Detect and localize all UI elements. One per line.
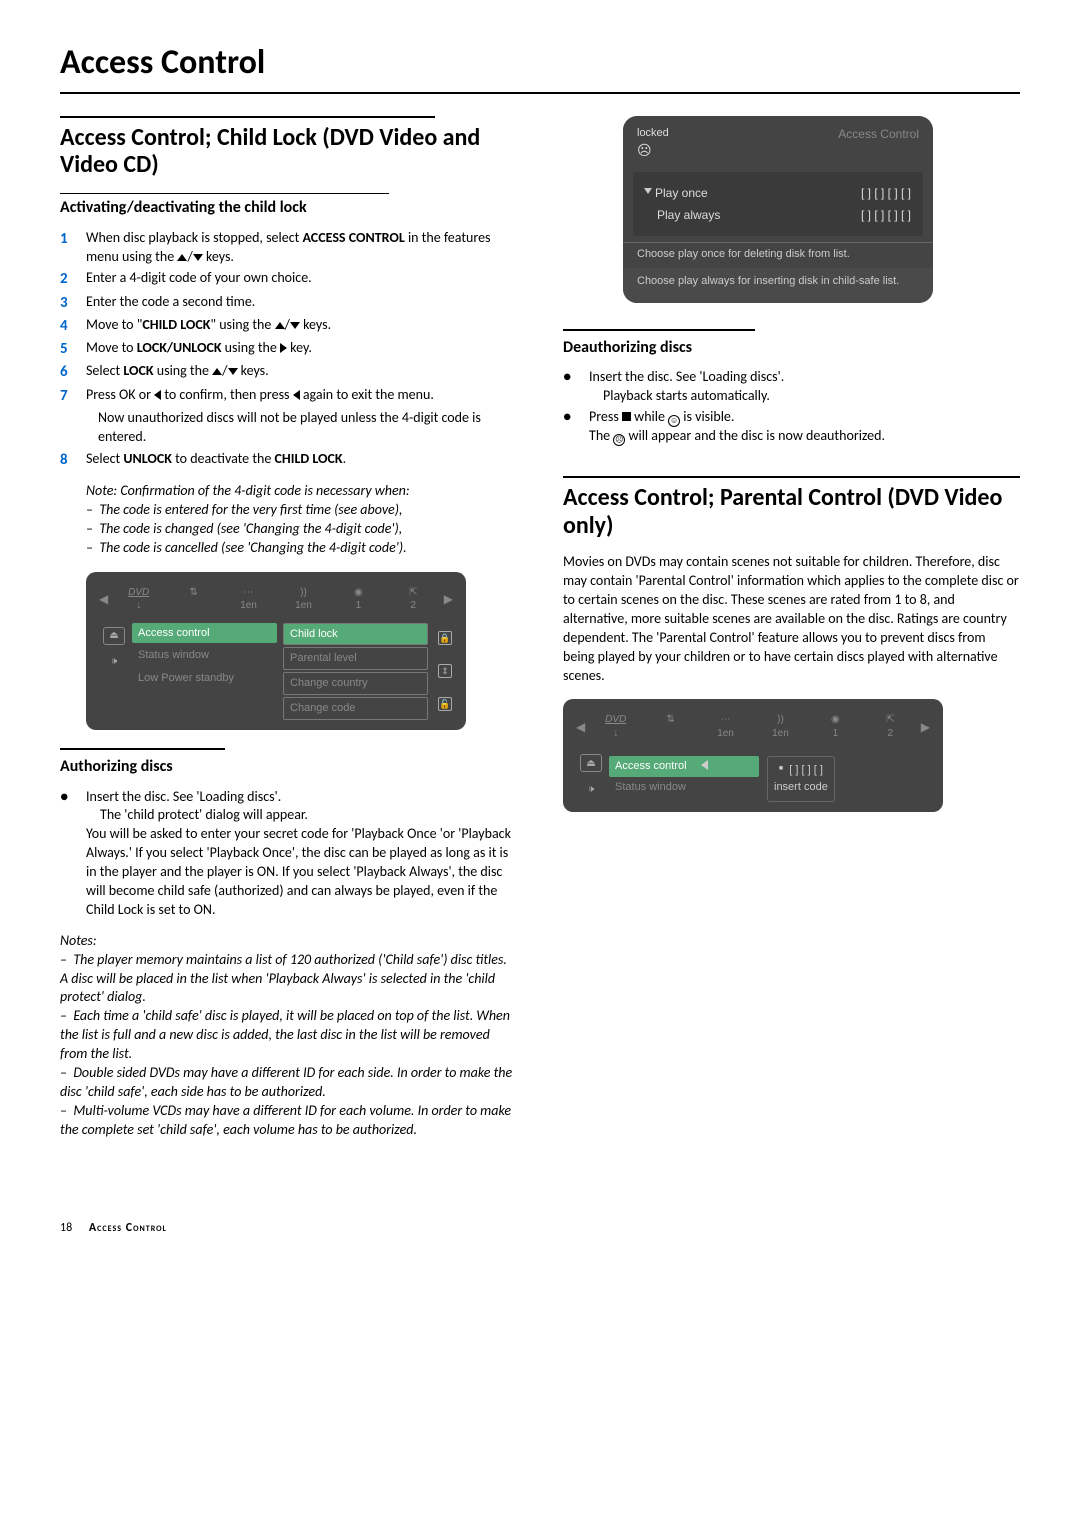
eject-icon: ⏏: [580, 754, 602, 772]
sub-heading-authorizing: Authorizing discs: [60, 756, 517, 778]
menu-item: Access control: [609, 756, 759, 777]
left-arrow-icon: [701, 760, 708, 770]
tab-audio-icon: )): [300, 587, 307, 598]
menu-item: Low Power standby: [132, 668, 277, 689]
left-column: Access Control; Child Lock (DVD Video an…: [60, 116, 517, 1140]
title-rule: [60, 92, 1020, 94]
tab-audio-icon: )): [777, 714, 784, 725]
down-arrow-icon: [193, 254, 203, 261]
deauthorizing-bullets: ● Insert the disc. See 'Loading discs'. …: [563, 368, 1020, 446]
marker-icon: [644, 188, 652, 194]
menu-item: Status window: [132, 645, 277, 666]
notes-block: Notes: – The player memory maintains a l…: [60, 932, 517, 1140]
note-block: Note: Confirmation of the 4-digit code i…: [60, 482, 517, 558]
tab-person-icon: ⇅: [189, 587, 197, 598]
page-title: Access Control: [60, 40, 1020, 86]
eject-icon: ⏏: [103, 627, 125, 645]
sub-heading-activating: Activating/deactivating the child lock: [60, 197, 517, 219]
step-num: 1: [60, 229, 86, 267]
unlock-icon: 🔓: [438, 697, 452, 711]
safe-face-icon: ☺: [668, 415, 680, 427]
footer-title: Access Control: [89, 1221, 167, 1235]
screenshot-child-protect-dialog: locked☹ Access Control Play once[ ] [ ] …: [623, 116, 933, 303]
section-heading-parental-control: Access Control; Parental Control (DVD Vi…: [563, 484, 1020, 539]
tab-angle-icon: ◉: [354, 587, 363, 598]
left-arrow-icon: [293, 390, 300, 400]
right-arrow-icon: [280, 343, 287, 353]
tab-subtitle-icon: ⋯: [721, 714, 731, 725]
menu-item: Status window: [609, 777, 759, 798]
tab-person-icon: ⇅: [666, 714, 674, 725]
authorizing-bullets: ● Insert the disc. See 'Loading discs'. …: [60, 788, 517, 920]
parental-control-body: Movies on DVDs may contain scenes not su…: [563, 553, 1020, 685]
speaker-icon: 🕩: [103, 653, 125, 671]
menu-item: Change country: [283, 672, 428, 695]
step-num: 3: [60, 293, 86, 313]
step-num: 7: [60, 386, 86, 406]
sub-heading-deauthorizing: Deauthorizing discs: [563, 337, 1020, 359]
stop-icon: [622, 412, 631, 421]
step-num: 6: [60, 362, 86, 382]
menu-item: Child lock: [283, 623, 428, 646]
tab-zoom-icon: ⇱: [409, 587, 417, 598]
step-num: 2: [60, 269, 86, 289]
tab-subtitle-icon: ⋯: [244, 587, 254, 598]
screenshot-features-menu: ◀ DVD↓ ⇅ ⋯1en ))1en ◉1 ⇱2 ▶ ⏏ 🕩: [86, 572, 466, 730]
up-arrow-icon: [177, 254, 187, 261]
tab-dvd-icon: DVD: [128, 587, 149, 598]
screenshot-parental-control-menu: ◀ DVD↓ ⇅ ⋯1en ))1en ◉1 ⇱2 ▶ ⏏ 🕩: [563, 699, 943, 812]
speaker-icon: 🕩: [580, 780, 602, 798]
down-arrow-icon: [290, 322, 300, 329]
up-arrow-icon: [212, 368, 222, 375]
up-arrow-icon: [275, 322, 285, 329]
updown-icon: ⇕: [438, 664, 452, 678]
sad-face-icon: ☹: [613, 434, 625, 446]
menu-item: Change code: [283, 697, 428, 720]
menu-item: Access control: [132, 623, 277, 644]
step-num: 4: [60, 316, 86, 336]
sad-face-icon: ☹: [637, 142, 652, 158]
down-arrow-icon: [228, 368, 238, 375]
right-column: locked☹ Access Control Play once[ ] [ ] …: [563, 116, 1020, 1140]
section-heading-child-lock: Access Control; Child Lock (DVD Video an…: [60, 124, 517, 179]
tab-angle-icon: ◉: [831, 714, 840, 725]
page-footer: 18 Access Control: [60, 1220, 1020, 1236]
tab-dvd-icon: DVD: [605, 714, 626, 725]
page-number: 18: [60, 1220, 72, 1236]
lock-icon: 🔒: [438, 631, 452, 645]
step-num: 5: [60, 339, 86, 359]
tab-zoom-icon: ⇱: [886, 714, 894, 725]
step-num: 8: [60, 450, 86, 470]
activation-steps: 1 When disc playback is stopped, select …: [60, 229, 517, 470]
menu-item: Parental level: [283, 647, 428, 670]
